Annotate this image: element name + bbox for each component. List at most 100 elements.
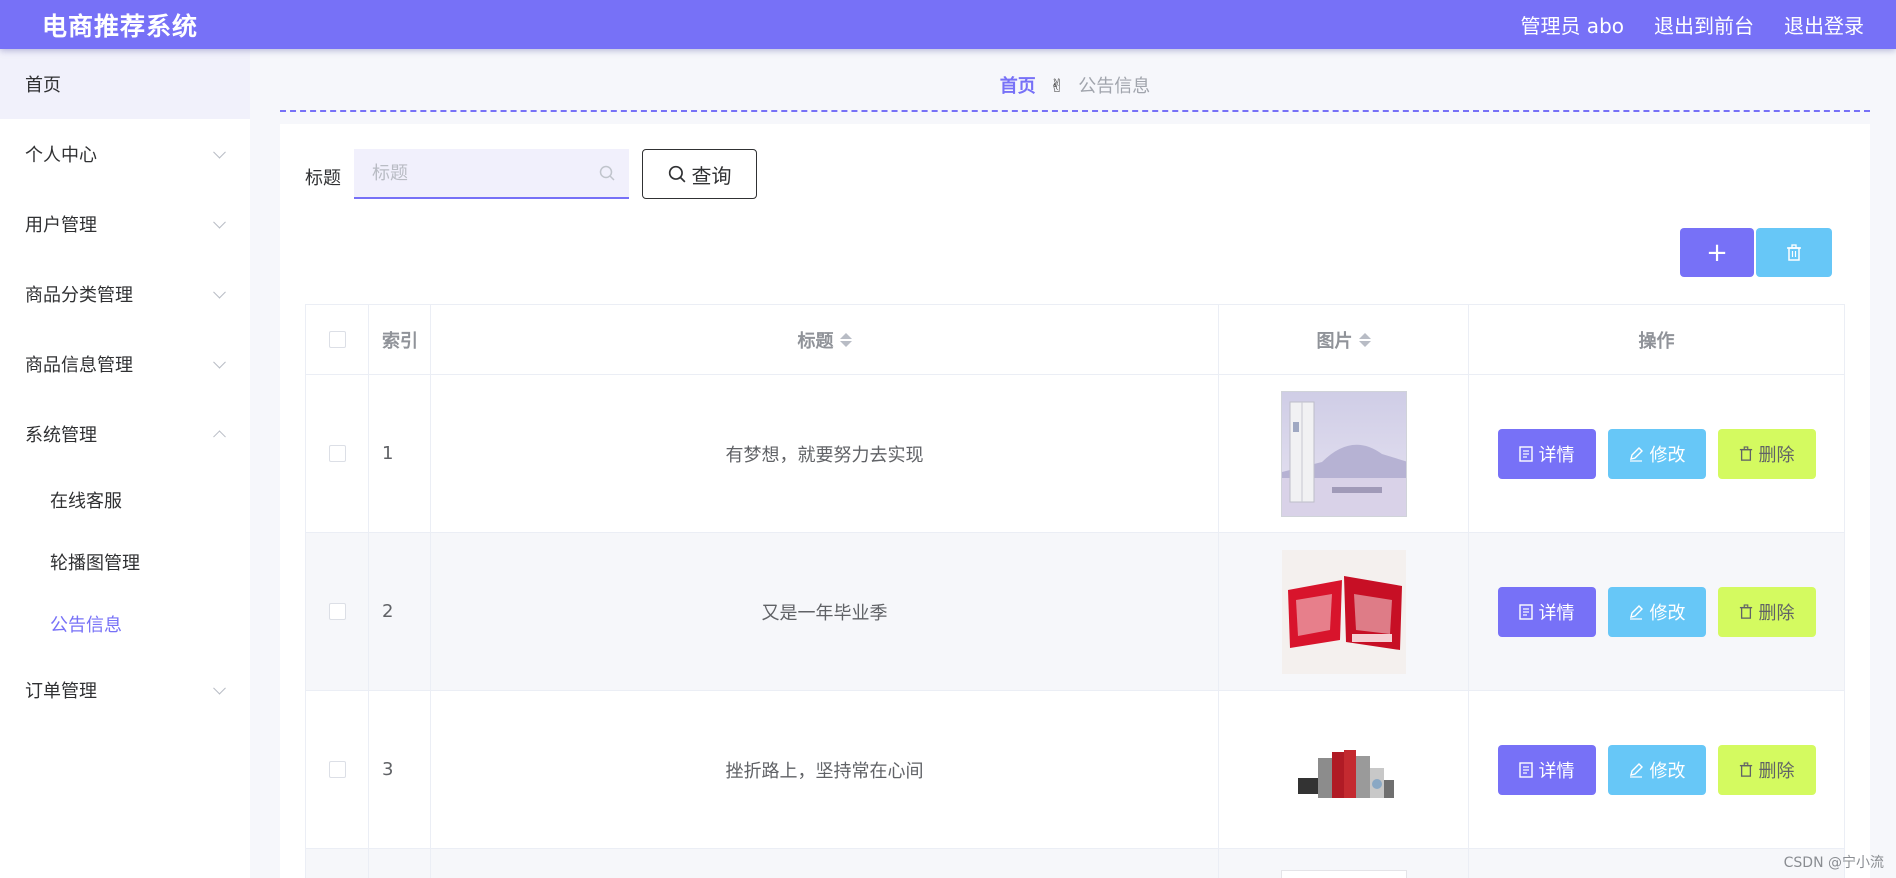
- row-thumbnail[interactable]: [1280, 390, 1407, 517]
- row-thumbnail[interactable]: [1281, 707, 1407, 833]
- plus-icon: +: [1706, 237, 1728, 268]
- table-row: 3 挫折路上，坚持常在心间 详情 修改 删除: [306, 691, 1845, 849]
- chevron-up-icon: [213, 430, 226, 444]
- top-header: 电商推荐系统 管理员 abo 退出到前台 退出登录: [0, 0, 1896, 49]
- row-index: 3: [382, 759, 394, 780]
- detail-button[interactable]: 详情: [1497, 744, 1596, 795]
- trash-icon: [1787, 243, 1801, 261]
- sidebar-item-label: 订单管理: [25, 681, 97, 702]
- table-row: 1 有梦想，就要努力去实现 详情 修改 删除: [306, 375, 1845, 533]
- breadcrumb-divider: [280, 110, 1870, 112]
- search-icon: [599, 165, 615, 181]
- header-index: 索引: [382, 330, 418, 352]
- main-content: 标题 查询 + 索引 标题: [280, 124, 1870, 878]
- search-input[interactable]: [372, 162, 582, 184]
- sidebar-item-products[interactable]: 商品信息管理: [0, 329, 250, 399]
- sidebar-item-orders[interactable]: 订单管理: [0, 655, 250, 725]
- edit-label: 修改: [1649, 760, 1686, 782]
- detail-button[interactable]: 详情: [1497, 586, 1596, 637]
- query-button[interactable]: 查询: [642, 149, 757, 199]
- select-all-checkbox[interactable]: [328, 331, 346, 348]
- row-checkbox[interactable]: [328, 445, 346, 462]
- trash-icon: [1739, 445, 1752, 461]
- sidebar-item-category[interactable]: 商品分类管理: [0, 259, 250, 329]
- delete-label: 删除: [1758, 760, 1795, 782]
- row-title: 又是一年毕业季: [761, 602, 888, 624]
- trash-icon: [1739, 761, 1752, 777]
- sort-icon: [839, 332, 852, 347]
- document-icon: [1518, 761, 1533, 778]
- watermark: CSDN @宁小流: [1783, 855, 1884, 871]
- row-checkbox[interactable]: [328, 761, 346, 778]
- chevron-down-icon: [213, 285, 226, 299]
- exit-to-front-link[interactable]: 退出到前台: [1654, 10, 1754, 39]
- delete-label: 删除: [1758, 602, 1795, 624]
- breadcrumb-current: 公告信息: [1078, 76, 1151, 97]
- table-row: [306, 849, 1845, 878]
- row-index: 2: [382, 601, 394, 622]
- chevron-down-icon: [213, 215, 226, 229]
- sidebar-item-home[interactable]: 首页: [0, 49, 250, 119]
- detail-label: 详情: [1538, 444, 1575, 466]
- table-row: 2 又是一年毕业季 详情 修改 删除: [306, 533, 1845, 691]
- sidebar-subitem-label: 轮播图管理: [50, 553, 140, 574]
- detail-label: 详情: [1538, 760, 1575, 782]
- sidebar-subitem-online-service[interactable]: 在线客服: [0, 469, 250, 531]
- chevron-down-icon: [213, 145, 226, 159]
- sidebar-item-personal[interactable]: 个人中心: [0, 119, 250, 189]
- row-thumbnail[interactable]: [1281, 549, 1407, 675]
- pencil-icon: [1629, 446, 1643, 462]
- delete-button[interactable]: 删除: [1717, 586, 1816, 637]
- logout-link[interactable]: 退出登录: [1784, 10, 1864, 39]
- sidebar-subitem-label: 在线客服: [50, 491, 122, 512]
- notice-table: 索引 标题 图片 操作 1 有梦想，就要努力去实现 详情 修改 删除 2 又是一…: [305, 304, 1845, 878]
- document-icon: [1518, 445, 1533, 462]
- delete-button[interactable]: 删除: [1717, 744, 1816, 795]
- row-title: 有梦想，就要努力去实现: [725, 444, 924, 466]
- search-label: 标题: [305, 168, 341, 189]
- breadcrumb-home[interactable]: 首页: [1000, 76, 1036, 97]
- row-checkbox[interactable]: [328, 603, 346, 620]
- header-image-sortable[interactable]: 图片: [1219, 305, 1469, 374]
- pencil-icon: [1629, 762, 1643, 778]
- sidebar-item-label: 商品分类管理: [25, 285, 133, 306]
- promo-graphic-image: [1281, 549, 1406, 674]
- chevron-down-icon: [213, 681, 226, 695]
- sidebar-item-label: 系统管理: [25, 425, 97, 446]
- trash-icon: [1739, 603, 1752, 619]
- header-ops: 操作: [1638, 330, 1675, 352]
- breadcrumb: 首页 ✌ 公告信息: [280, 72, 1870, 98]
- sidebar-item-system[interactable]: 系统管理: [0, 399, 250, 469]
- document-icon: [1518, 603, 1533, 620]
- edit-label: 修改: [1649, 602, 1686, 624]
- delete-label: 删除: [1758, 444, 1795, 466]
- row-title: 挫折路上，坚持常在心间: [725, 760, 924, 782]
- edit-button[interactable]: 修改: [1607, 428, 1706, 479]
- sidebar-item-users[interactable]: 用户管理: [0, 189, 250, 259]
- sidebar-subitem-label: 公告信息: [50, 615, 122, 636]
- pencil-icon: [1629, 604, 1643, 620]
- delete-button[interactable]: 删除: [1717, 428, 1816, 479]
- admin-user-link[interactable]: 管理员 abo: [1520, 10, 1624, 39]
- row-thumbnail[interactable]: [1280, 870, 1407, 878]
- sidebar-item-label: 商品信息管理: [25, 355, 133, 376]
- header-image: 图片: [1316, 330, 1353, 352]
- header-title-sortable[interactable]: 标题: [431, 305, 1219, 374]
- sidebar-subitem-notice[interactable]: 公告信息: [0, 593, 250, 655]
- add-button[interactable]: +: [1680, 228, 1754, 277]
- query-button-label: 查询: [691, 163, 732, 188]
- app-brand: 电商推荐系统: [42, 11, 199, 41]
- edit-button[interactable]: 修改: [1607, 586, 1706, 637]
- sidebar-item-label: 首页: [25, 75, 61, 96]
- victory-hand-icon: ✌: [1049, 76, 1065, 97]
- search-field[interactable]: [354, 149, 629, 199]
- sort-icon: [1358, 332, 1371, 347]
- batch-delete-button[interactable]: [1756, 228, 1832, 277]
- detail-label: 详情: [1538, 602, 1575, 624]
- detail-button[interactable]: 详情: [1497, 428, 1596, 479]
- sidebar-item-label: 用户管理: [25, 215, 97, 236]
- edit-button[interactable]: 修改: [1607, 744, 1706, 795]
- sidebar-item-label: 个人中心: [25, 145, 97, 166]
- table-header-row: 索引 标题 图片 操作: [306, 305, 1845, 375]
- sidebar-subitem-carousel[interactable]: 轮播图管理: [0, 531, 250, 593]
